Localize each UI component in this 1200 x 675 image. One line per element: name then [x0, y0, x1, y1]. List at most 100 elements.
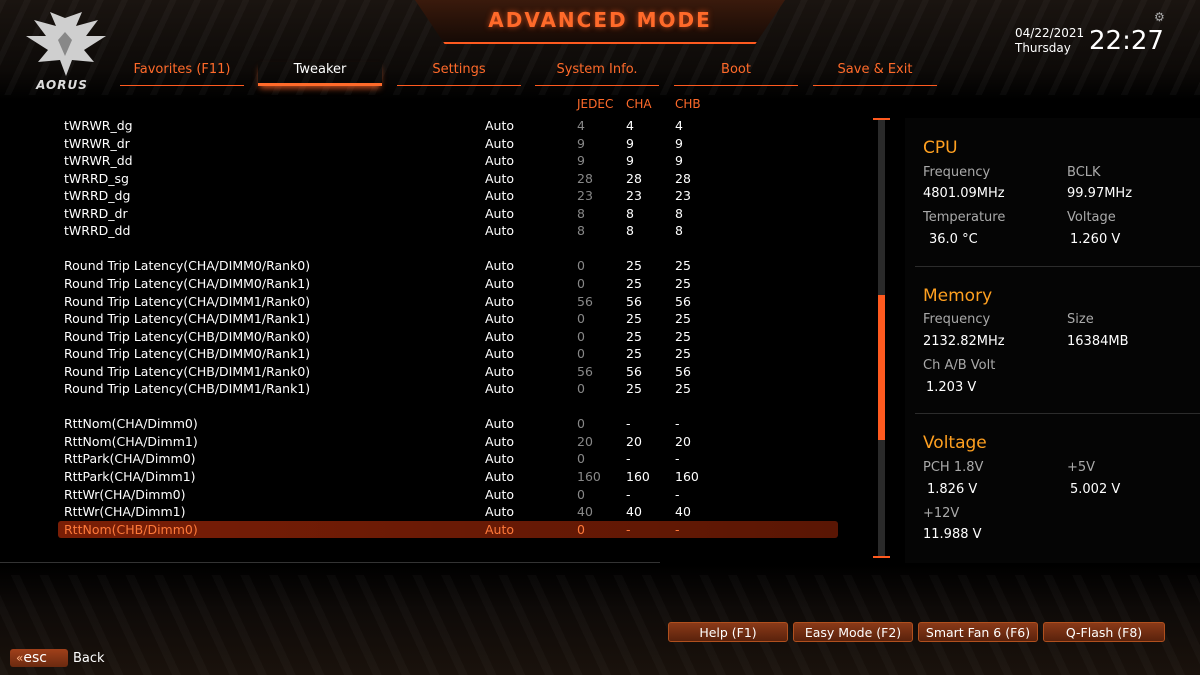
cha-value: -	[626, 486, 631, 502]
setting-row[interactable]: RttPark(CHA/Dimm0) Auto 0 - -	[58, 450, 838, 468]
tab-settings[interactable]: Settings	[397, 62, 521, 86]
scrollbar-cap-bottom	[873, 556, 890, 558]
setting-row[interactable]: tWRWR_dg Auto 4 4 4	[58, 117, 838, 135]
clock-display: 22:27	[1089, 26, 1164, 56]
setting-name: tWRRD_sg	[64, 170, 129, 186]
setting-value: Auto	[485, 275, 515, 291]
setting-row[interactable]: Round Trip Latency(CHB/DIMM0/Rank1) Auto 0…	[58, 345, 838, 363]
jedec-value: 0	[577, 311, 585, 327]
scrollbar-thumb[interactable]	[878, 295, 885, 441]
setting-value: Auto	[485, 433, 515, 449]
setting-row[interactable]: Round Trip Latency(CHA/DIMM0/Rank0) Auto 0…	[58, 257, 838, 275]
jedec-value: 0	[577, 346, 585, 362]
jedec-value: 0	[577, 521, 585, 537]
setting-row[interactable]: RttPark(CHA/Dimm1) Auto 160 160 160	[58, 468, 838, 486]
tab-boot[interactable]: Boot	[674, 62, 798, 86]
smart-fan-button[interactable]: Smart Fan 6 (F6)	[918, 622, 1038, 642]
setting-row[interactable]: RttNom(CHA/Dimm1) Auto 20 20 20	[58, 433, 838, 451]
setting-name: Round Trip Latency(CHA/DIMM1/Rank0)	[64, 293, 311, 309]
jedec-value: 8	[577, 205, 585, 221]
tab-save-exit[interactable]: Save & Exit	[813, 62, 937, 86]
jedec-value: 56	[577, 293, 593, 309]
setting-row[interactable]: Round Trip Latency(CHA/DIMM0/Rank1) Auto 0…	[58, 275, 838, 293]
cha-value: 25	[626, 346, 642, 362]
chb-value: 40	[675, 504, 691, 520]
column-header-jedec: JEDEC	[577, 97, 614, 111]
memory-section-title: Memory	[923, 286, 993, 306]
jedec-value: 28	[577, 170, 593, 186]
setting-row[interactable]: tWRRD_dr Auto 8 8 8	[58, 205, 838, 223]
setting-row[interactable]: Round Trip Latency(CHB/DIMM1/Rank1) Auto 0…	[58, 380, 838, 398]
esc-key-button[interactable]: «esc	[10, 649, 68, 667]
cha-value: 25	[626, 258, 642, 274]
setting-row[interactable]: tWRRD_dd Auto 8 8 8	[58, 222, 838, 240]
chb-value: 56	[675, 363, 691, 379]
12v-label: +12V	[923, 506, 960, 521]
setting-name: Round Trip Latency(CHA/DIMM0/Rank0)	[64, 258, 311, 274]
column-header-cha: CHA	[626, 97, 652, 111]
brand-logo-text: AORUS	[36, 78, 88, 92]
chb-value: 23	[675, 188, 691, 204]
setting-name: Round Trip Latency(CHB/DIMM0/Rank0)	[64, 328, 311, 344]
setting-value: Auto	[485, 486, 515, 502]
column-header-chb: CHB	[675, 97, 701, 111]
setting-row[interactable]: RttWr(CHA/Dimm0) Auto 0 - -	[58, 486, 838, 504]
panel-divider	[915, 266, 1200, 267]
setting-name: RttNom(CHB/Dimm0)	[64, 521, 198, 537]
memory-volt-value: 1.203 V	[926, 380, 977, 395]
chb-value: 25	[675, 328, 691, 344]
setting-row[interactable]: RttWr(CHA/Dimm1) Auto 40 40 40	[58, 503, 838, 521]
5v-value: 5.002 V	[1070, 482, 1121, 497]
chb-value: 160	[675, 469, 699, 484]
setting-row[interactable]: tWRWR_dr Auto 9 9 9	[58, 135, 838, 153]
easy-mode-button[interactable]: Easy Mode (F2)	[793, 622, 913, 642]
setting-name: tWRRD_dr	[64, 205, 128, 221]
qflash-button[interactable]: Q-Flash (F8)	[1043, 622, 1165, 642]
tab-tweaker[interactable]: Tweaker	[258, 62, 382, 86]
esc-key-label: esc	[23, 650, 47, 666]
setting-name: Round Trip Latency(CHB/DIMM1/Rank1)	[64, 381, 311, 397]
help-button[interactable]: Help (F1)	[668, 622, 788, 642]
setting-name: tWRRD_dg	[64, 188, 131, 204]
tab-system-info[interactable]: System Info.	[535, 62, 659, 86]
setting-value: Auto	[485, 135, 515, 151]
chb-value: 56	[675, 293, 691, 309]
chb-value: 8	[675, 205, 683, 221]
setting-row[interactable]: tWRWR_dd Auto 9 9 9	[58, 152, 838, 170]
setting-value: Auto	[485, 153, 515, 169]
12v-value: 11.988 V	[923, 527, 982, 542]
chb-value: -	[675, 416, 680, 432]
jedec-value: 9	[577, 153, 585, 169]
cha-value: 20	[626, 433, 642, 449]
selected-setting-row[interactable]: RttNom(CHB/Dimm0) Auto 0 - -	[58, 520, 838, 539]
setting-row[interactable]: Round Trip Latency(CHA/DIMM1/Rank0) Auto 5…	[58, 293, 838, 311]
setting-name: tWRWR_dr	[64, 135, 130, 151]
setting-value: Auto	[485, 363, 515, 379]
setting-name: RttPark(CHA/Dimm1)	[64, 469, 196, 484]
tab-favorites[interactable]: Favorites (F11)	[120, 62, 244, 86]
panel-divider	[915, 413, 1200, 414]
list-divider	[0, 562, 660, 563]
setting-row[interactable]: tWRRD_sg Auto 28 28 28	[58, 170, 838, 188]
setting-value: Auto	[485, 205, 515, 221]
setting-value: Auto	[485, 469, 515, 484]
setting-name: Round Trip Latency(CHB/DIMM0/Rank1)	[64, 346, 311, 362]
setting-row[interactable]: RttNom(CHA/Dimm0) Auto 0 - -	[58, 415, 838, 433]
cha-value: 9	[626, 153, 634, 169]
setting-name: RttNom(CHA/Dimm0)	[64, 416, 198, 432]
memory-size-label: Size	[1067, 312, 1094, 327]
cpu-temperature-label: Temperature	[923, 210, 1006, 225]
setting-value: Auto	[485, 381, 515, 397]
setting-value: Auto	[485, 521, 515, 537]
setting-row[interactable]: tWRRD_dg Auto 23 23 23	[58, 187, 838, 205]
jedec-value: 40	[577, 504, 593, 520]
chb-value: 9	[675, 153, 683, 169]
back-label[interactable]: Back	[73, 651, 105, 666]
gear-icon[interactable]: ⚙	[1154, 10, 1165, 24]
setting-row[interactable]: Round Trip Latency(CHB/DIMM1/Rank0) Auto 5…	[58, 363, 838, 381]
setting-value: Auto	[485, 504, 515, 520]
setting-row[interactable]: Round Trip Latency(CHB/DIMM0/Rank0) Auto 0…	[58, 328, 838, 346]
setting-value: Auto	[485, 451, 515, 467]
chb-value: 25	[675, 311, 691, 327]
setting-row[interactable]: Round Trip Latency(CHA/DIMM1/Rank1) Auto 0…	[58, 310, 838, 328]
